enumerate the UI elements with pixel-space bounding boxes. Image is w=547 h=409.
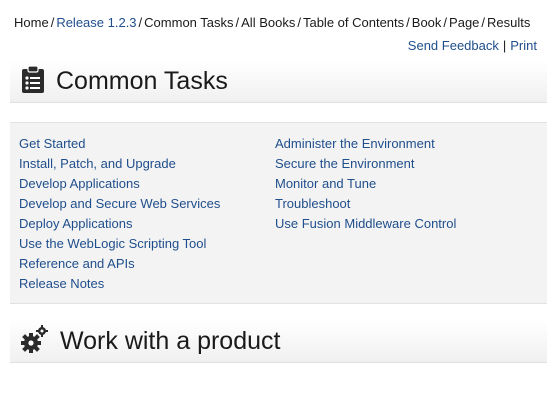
breadcrumb-separator: / (235, 15, 240, 30)
breadcrumb-page[interactable]: Page (449, 15, 479, 30)
common-tasks-left-column: Get Started Install, Patch, and Upgrade … (19, 134, 220, 294)
common-tasks-panel: Get Started Install, Patch, and Upgrade … (10, 122, 547, 304)
page-actions: Send Feedback | Print (408, 38, 537, 53)
link-reference-apis[interactable]: Reference and APIs (19, 254, 220, 274)
link-get-started[interactable]: Get Started (19, 134, 220, 154)
send-feedback-link[interactable]: Send Feedback (408, 38, 499, 53)
link-weblogic-scripting-tool[interactable]: Use the WebLogic Scripting Tool (19, 234, 220, 254)
common-tasks-right-column: Administer the Environment Secure the En… (275, 134, 456, 234)
link-install-patch-upgrade[interactable]: Install, Patch, and Upgrade (19, 154, 220, 174)
breadcrumb-home[interactable]: Home (14, 15, 49, 30)
common-tasks-header: Common Tasks (10, 60, 547, 103)
link-fusion-middleware-control[interactable]: Use Fusion Middleware Control (275, 214, 456, 234)
link-develop-applications[interactable]: Develop Applications (19, 174, 220, 194)
breadcrumb: Home / Release 1.2.3/Common Tasks / All Book… (14, 15, 530, 30)
link-monitor-tune[interactable]: Monitor and Tune (275, 174, 456, 194)
gears-icon (20, 324, 50, 359)
work-with-product-header: Work with a product (10, 320, 547, 363)
print-link[interactable]: Print (510, 38, 537, 53)
link-troubleshoot[interactable]: Troubleshoot (275, 194, 456, 214)
breadcrumb-release[interactable]: Release 1.2.3 (56, 15, 136, 30)
breadcrumb-separator: / (481, 15, 486, 30)
breadcrumb-all-books[interactable]: All Books (241, 15, 295, 30)
breadcrumb-separator: / (138, 15, 143, 30)
breadcrumb-separator: / (297, 15, 301, 30)
breadcrumb-book[interactable]: Book (412, 15, 442, 30)
breadcrumb-separator: / (50, 15, 55, 30)
actions-separator: | (502, 38, 507, 53)
common-tasks-title: Common Tasks (56, 66, 228, 95)
link-deploy-applications[interactable]: Deploy Applications (19, 214, 220, 234)
link-secure-environment[interactable]: Secure the Environment (275, 154, 456, 174)
breadcrumb-common-tasks[interactable]: Common Tasks (144, 15, 233, 30)
breadcrumb-results[interactable]: Results (487, 15, 530, 30)
work-with-product-title: Work with a product (60, 326, 281, 355)
clipboard-icon (20, 64, 46, 98)
breadcrumb-separator: / (406, 15, 410, 30)
link-administer-environment[interactable]: Administer the Environment (275, 134, 456, 154)
link-develop-secure-web-services[interactable]: Develop and Secure Web Services (19, 194, 220, 214)
breadcrumb-separator: / (443, 15, 448, 30)
link-release-notes[interactable]: Release Notes (19, 274, 220, 294)
breadcrumb-table-of-contents[interactable]: Table of Contents (303, 15, 404, 30)
